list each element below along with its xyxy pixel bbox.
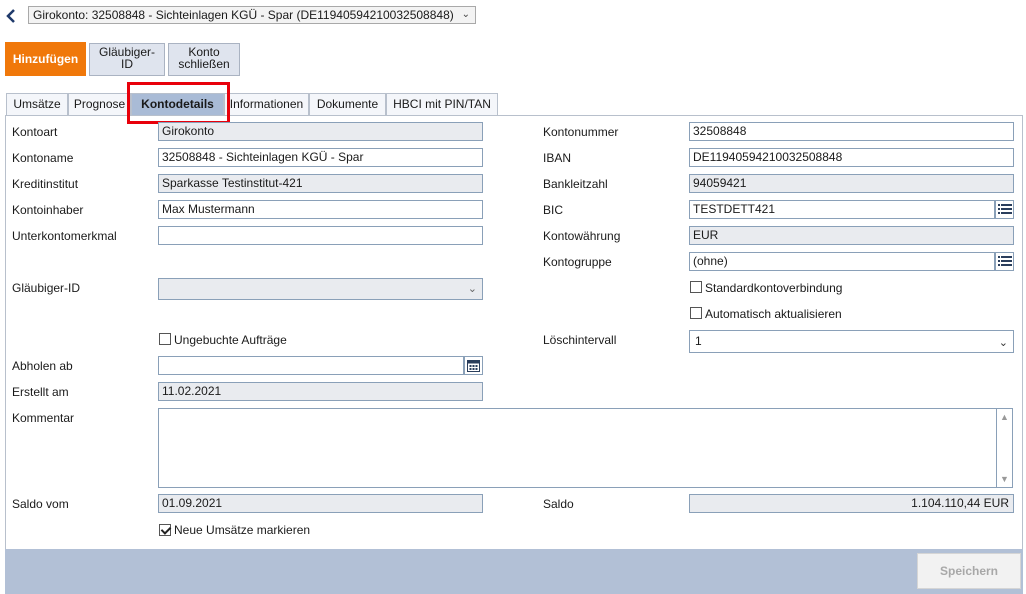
calendar-icon[interactable] (464, 356, 483, 375)
ungebuchte-label: Ungebuchte Aufträge (174, 333, 287, 347)
kontoart-field: Girokonto (158, 122, 483, 141)
kontoinhaber-input[interactable]: Max Mustermann (158, 200, 483, 219)
tab-informationen[interactable]: Informationen (224, 93, 309, 115)
bankleitzahl-field: 94059421 (689, 174, 1014, 193)
close-account-button[interactable]: Konto schließen (168, 43, 240, 76)
scroll-up-icon[interactable]: ▲ (1000, 412, 1009, 422)
abholen-ab-label: Abholen ab (12, 359, 73, 373)
glaeubiger-id-select[interactable]: ⌄ (158, 278, 483, 300)
saldo-vom-label: Saldo vom (12, 497, 69, 511)
iban-label: IBAN (543, 151, 572, 165)
bottom-bar (5, 549, 1023, 594)
chevron-down-icon: ⌄ (461, 9, 470, 20)
account-selector-value: Girokonto: 32508848 - Sichteinlagen KGÜ … (33, 8, 454, 22)
loeschintervall-value: 1 (695, 334, 702, 348)
neue-umsaetze-label: Neue Umsätze markieren (174, 523, 311, 537)
kontonummer-input[interactable]: 32508848 (689, 122, 1014, 141)
neue-umsaetze-checkbox[interactable] (159, 524, 171, 536)
iban-input[interactable]: DE11940594210032508848 (689, 148, 1014, 167)
back-arrow-icon[interactable] (4, 8, 18, 24)
tab-dokumente[interactable]: Dokumente (309, 93, 386, 115)
kontonummer-label: Kontonummer (543, 125, 619, 139)
list-icon[interactable] (995, 252, 1014, 271)
kommentar-scrollbar[interactable]: ▲ ▼ (997, 408, 1013, 488)
standard-checkbox[interactable] (690, 281, 702, 293)
account-selector[interactable]: Girokonto: 32508848 - Sichteinlagen KGÜ … (28, 6, 476, 24)
glaeubiger-id-label: Gläubiger-ID (12, 281, 81, 295)
scroll-down-icon[interactable]: ▼ (1000, 474, 1009, 484)
kontoname-label: Kontoname (12, 151, 74, 165)
standard-label: Standardkontoverbindung (705, 281, 843, 295)
loeschintervall-select[interactable]: 1 ⌄ (689, 330, 1014, 353)
bankleitzahl-label: Bankleitzahl (543, 177, 608, 191)
bic-input[interactable]: TESTDETT421 (689, 200, 995, 219)
highlight-box (127, 82, 230, 124)
panel-border (1022, 115, 1023, 550)
chevron-down-icon: ⌄ (467, 283, 477, 295)
save-button[interactable]: Speichern (917, 553, 1021, 589)
unterkontomerkmal-input[interactable] (158, 226, 483, 245)
chevron-down-icon: ⌄ (998, 337, 1008, 349)
add-button[interactable]: Hinzufügen (5, 42, 86, 76)
erstellt-am-label: Erstellt am (12, 385, 69, 399)
abholen-ab-input[interactable] (158, 356, 464, 375)
auto-update-label: Automatisch aktualisieren (705, 307, 842, 321)
loeschintervall-label: Löschintervall (543, 333, 617, 347)
tab-umsaetze[interactable]: Umsätze (6, 93, 68, 115)
kreditinstitut-label: Kreditinstitut (12, 177, 79, 191)
saldo-vom-field: 01.09.2021 (158, 494, 483, 513)
unterkontomerkmal-label: Unterkontomerkmal (12, 229, 117, 243)
creditor-id-button[interactable]: Gläubiger- ID (89, 43, 165, 76)
kontoinhaber-label: Kontoinhaber (12, 203, 84, 217)
saldo-label: Saldo (543, 497, 574, 511)
kontowaehrung-label: Kontowährung (543, 229, 621, 243)
kommentar-label: Kommentar (12, 411, 75, 425)
kreditinstitut-field: Sparkasse Testinstitut-421 (158, 174, 483, 193)
kommentar-textarea[interactable] (158, 408, 997, 488)
kontoart-label: Kontoart (12, 125, 58, 139)
list-icon[interactable] (995, 200, 1014, 219)
ungebuchte-checkbox[interactable] (159, 333, 171, 345)
bic-label: BIC (543, 203, 564, 217)
kontogruppe-input[interactable]: (ohne) (689, 252, 995, 271)
panel-border (5, 115, 6, 550)
kontogruppe-label: Kontogruppe (543, 255, 612, 269)
kontoname-input[interactable]: 32508848 - Sichteinlagen KGÜ - Spar (158, 148, 483, 167)
auto-update-checkbox[interactable] (690, 307, 702, 319)
kontowaehrung-field: EUR (689, 226, 1014, 245)
erstellt-am-field: 11.02.2021 (158, 382, 483, 401)
saldo-field: 1.104.110,44 EUR (689, 494, 1014, 513)
tab-hbci[interactable]: HBCI mit PIN/TAN (386, 93, 498, 115)
tab-prognose[interactable]: Prognose (68, 93, 131, 115)
